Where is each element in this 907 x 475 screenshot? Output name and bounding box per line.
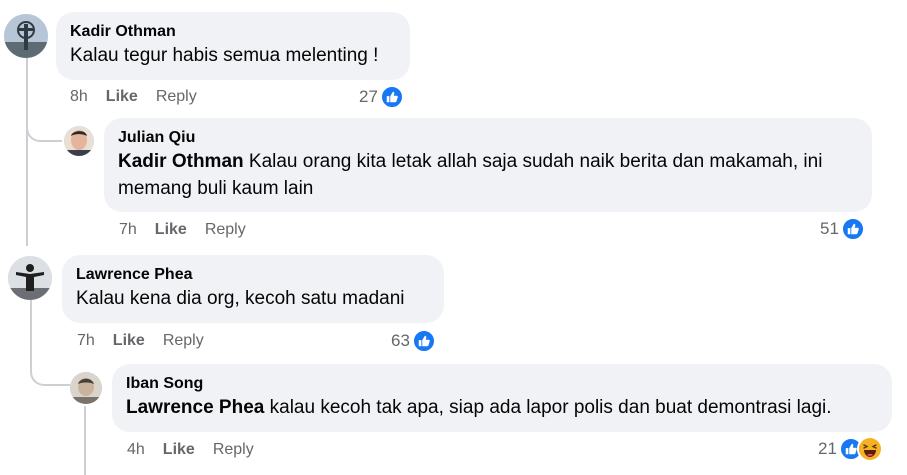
avatar[interactable] <box>4 14 48 58</box>
comment-actions: 4h Like Reply <box>127 440 254 460</box>
comment-text-line: Kalau orang kita letak allah saja sudah … <box>243 151 823 172</box>
thread-connector <box>30 352 70 386</box>
laughing-emoji-icon <box>856 436 883 462</box>
avatar[interactable] <box>70 372 102 404</box>
comment-author[interactable]: Lawrence Phea <box>76 265 430 285</box>
thread-line-nested <box>84 406 86 475</box>
comment-actions: 8h Like Reply <box>70 87 197 107</box>
comment-bubble: Iban Song Lawrence Phea kalau kecoh tak … <box>112 364 892 432</box>
comment-author[interactable]: Julian Qiu <box>118 128 858 148</box>
reaction-summary[interactable]: 21 <box>818 436 883 462</box>
comment-actions: 7h Like Reply <box>119 220 246 240</box>
comment-bubble: Lawrence Phea Kalau kena dia org, kecoh … <box>62 255 444 323</box>
reaction-count: 27 <box>359 87 378 106</box>
comment-actions: 7h Like Reply <box>77 331 204 351</box>
reply-button[interactable]: Reply <box>213 441 254 459</box>
comment-bubble: Julian Qiu Kadir Othman Kalau orang kita… <box>104 118 872 212</box>
comment-time[interactable]: 4h <box>127 441 145 459</box>
comment-text: Kadir Othman Kalau orang kita letak alla… <box>118 148 858 175</box>
comment-text: Kalau kena dia org, kecoh satu madani <box>76 288 405 309</box>
like-button[interactable]: Like <box>155 221 187 239</box>
thumbs-up-icon <box>379 85 404 109</box>
reply-button[interactable]: Reply <box>163 332 204 350</box>
avatar[interactable] <box>64 126 94 156</box>
thumbs-up-icon <box>840 217 865 241</box>
reply-button[interactable]: Reply <box>205 221 246 239</box>
comment-bubble: Kadir Othman Kalau tegur habis semua mel… <box>56 12 410 80</box>
comment-text-line: memang buli kaum lain <box>118 178 314 199</box>
comment-author[interactable]: Iban Song <box>126 374 878 394</box>
mention-link[interactable]: Lawrence Phea <box>126 397 264 418</box>
comment-time[interactable]: 7h <box>119 221 137 239</box>
reply-button[interactable]: Reply <box>156 88 197 106</box>
like-button[interactable]: Like <box>163 441 195 459</box>
comment-time[interactable]: 8h <box>70 88 88 106</box>
reaction-count: 63 <box>391 331 410 350</box>
mention-link[interactable]: Kadir Othman <box>118 151 244 172</box>
thread-line-main <box>26 58 28 246</box>
comment-time[interactable]: 7h <box>77 332 95 350</box>
comment-text: Kalau tegur habis semua melenting ! <box>70 45 379 66</box>
like-button[interactable]: Like <box>106 88 138 106</box>
comment-author[interactable]: Kadir Othman <box>70 22 396 42</box>
comment-text-line: kalau kecoh tak apa, siap ada lapor poli… <box>264 397 832 418</box>
avatar[interactable] <box>8 256 52 300</box>
like-button[interactable]: Like <box>113 332 145 350</box>
reaction-count: 51 <box>820 219 839 238</box>
thumbs-up-icon <box>411 329 436 353</box>
comment-text: Lawrence Phea kalau kecoh tak apa, siap … <box>126 394 878 421</box>
reaction-count: 21 <box>818 439 837 458</box>
reaction-summary[interactable]: 51 <box>820 216 865 242</box>
thread-line-secondary <box>30 300 32 360</box>
reaction-summary[interactable]: 27 <box>359 84 404 110</box>
thread-connector <box>26 110 62 142</box>
reaction-summary[interactable]: 63 <box>391 328 436 354</box>
